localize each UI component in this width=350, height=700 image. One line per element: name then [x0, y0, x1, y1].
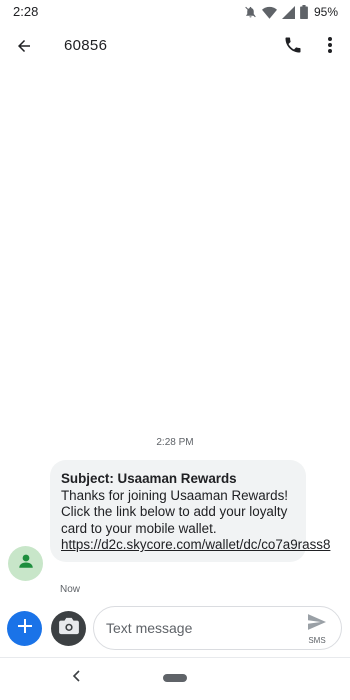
- camera-icon: [58, 617, 80, 640]
- message-bubble[interactable]: Subject: Usaaman Rewards Thanks for join…: [50, 460, 330, 562]
- message-subject: Subject: Usaaman Rewards: [61, 471, 237, 486]
- status-time: 2:28: [13, 4, 39, 19]
- contact-title: 60856: [64, 37, 108, 54]
- nav-back-icon: [72, 669, 80, 687]
- avatar[interactable]: [8, 546, 43, 581]
- notifications-off-icon: [244, 5, 257, 19]
- message-text: Thanks for joining Usaaman Rewards! Clic…: [61, 487, 289, 536]
- app-bar: 60856: [0, 24, 350, 70]
- message-input[interactable]: [106, 617, 296, 639]
- nav-back-button[interactable]: [68, 668, 84, 688]
- messaging-screen: 2:28 95% 60856 2:28 PM Subject: Usaaman …: [0, 0, 350, 700]
- call-button[interactable]: [280, 34, 306, 60]
- wifi-icon: [261, 6, 277, 19]
- status-bar: 2:28 95%: [0, 0, 350, 24]
- send-icon: [308, 614, 326, 635]
- nav-divider: [0, 657, 350, 658]
- phone-icon: [283, 35, 303, 60]
- camera-button[interactable]: [51, 611, 86, 646]
- more-options-button[interactable]: [318, 34, 342, 60]
- back-button[interactable]: [10, 34, 38, 62]
- person-icon: [17, 552, 35, 575]
- message-timestamp: 2:28 PM: [156, 437, 194, 448]
- message-link[interactable]: https://d2c.skycore.com/wallet/dc/co7a9r…: [61, 537, 330, 552]
- nav-home-pill[interactable]: [163, 674, 187, 682]
- compose-box: SMS: [93, 606, 342, 650]
- message-time: Now: [60, 584, 81, 595]
- send-type-label: SMS: [308, 636, 326, 645]
- cellular-signal-icon: [281, 5, 295, 19]
- add-icon: [17, 619, 32, 638]
- battery-icon: [300, 5, 308, 19]
- add-attachment-button[interactable]: [7, 611, 42, 646]
- back-arrow-icon: [15, 37, 33, 60]
- more-vert-icon: [327, 36, 333, 59]
- message-body: Thanks for joining Usaaman Rewards! Clic…: [61, 487, 330, 554]
- send-button[interactable]: SMS: [305, 614, 329, 645]
- battery-percentage: 95%: [313, 5, 338, 19]
- status-icons: 95%: [244, 4, 338, 20]
